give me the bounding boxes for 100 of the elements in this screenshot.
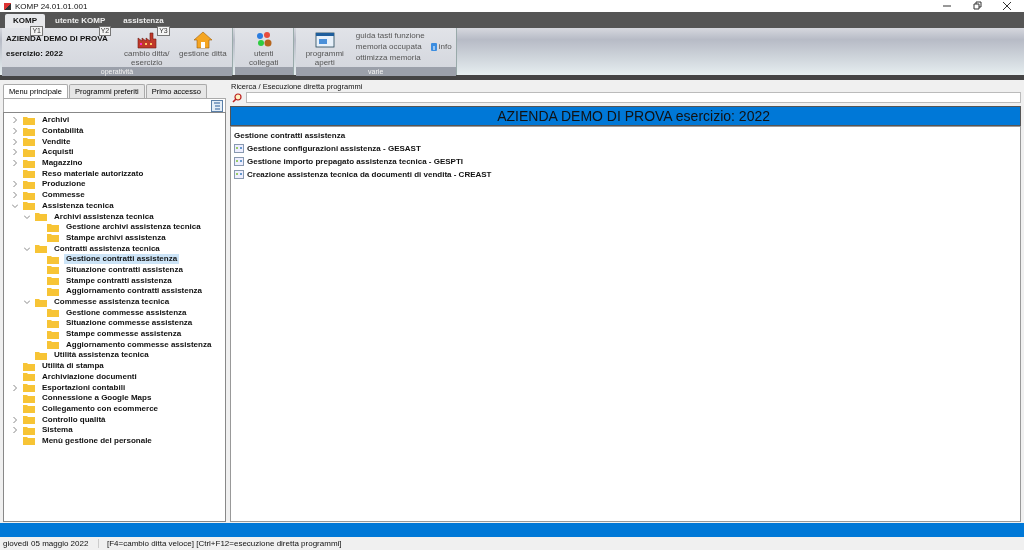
chevron-icon[interactable]	[12, 427, 18, 434]
tree-item[interactable]: Sistema	[40, 425, 75, 436]
chevron-icon[interactable]	[12, 192, 18, 199]
folder-icon	[23, 372, 35, 382]
fiscal-year: esercizio: 2022	[6, 49, 64, 58]
info-icon	[430, 42, 437, 51]
folder-icon	[23, 169, 35, 179]
folder-icon	[23, 393, 35, 403]
header-title: AZIENDA DEMO DI PROVA esercizio: 2022	[497, 108, 770, 124]
restore-icon[interactable]	[972, 1, 982, 11]
tree-item[interactable]: Controllo qualità	[40, 414, 108, 425]
tree-item[interactable]: Vendite	[40, 136, 73, 147]
tree-item[interactable]: Archivi assistenza tecnica	[52, 211, 156, 222]
chevron-icon[interactable]	[12, 160, 18, 167]
status-hint: [F4=cambio ditta veloce] [Ctrl+F12=esecuzione diretta programmi]	[107, 539, 342, 548]
ribbon-button[interactable]: programmi aperti	[299, 31, 350, 67]
folder-icon	[47, 265, 59, 275]
chevron-icon[interactable]	[12, 202, 18, 209]
tree-item[interactable]: Magazzino	[40, 158, 85, 169]
tree-item[interactable]: Stampe commesse assistenza	[64, 329, 184, 340]
chevron-icon[interactable]	[12, 149, 18, 156]
tree-item[interactable]: Aggiornamento commesse assistenza	[64, 339, 214, 350]
folder-icon	[23, 415, 35, 425]
program-link[interactable]: Gestione importo prepagato assistenza tecnica - GESPTI	[247, 157, 464, 166]
tree-item[interactable]: Stampe contratti assistenza	[64, 275, 174, 286]
tree-item[interactable]: Archivi	[40, 115, 72, 126]
folder-icon	[35, 297, 47, 307]
tree-item[interactable]: Gestione archivi assistenza tecnica	[64, 222, 203, 233]
folder-icon	[47, 318, 59, 328]
program-icon	[234, 170, 244, 179]
tree-item[interactable]: Contabilità	[40, 126, 86, 137]
folder-icon	[23, 404, 35, 414]
ribbon-tab[interactable]: assistenza	[115, 14, 172, 28]
ribbon-tab[interactable]: utente KOMP	[47, 14, 114, 28]
app-logo-icon	[4, 2, 11, 10]
chevron-icon[interactable]	[12, 384, 18, 391]
tree-item[interactable]: Commesse	[40, 190, 87, 201]
tree-item[interactable]: Connessione a Google Maps	[40, 393, 154, 404]
tree-item[interactable]: Acquisti	[40, 147, 76, 158]
folder-icon	[23, 361, 35, 371]
search-icon	[232, 92, 242, 103]
folder-icon	[47, 254, 59, 264]
section-title: Gestione contratti assistenza	[234, 131, 346, 140]
tree-item[interactable]: Gestione commesse assistenza	[64, 307, 189, 318]
tree-item[interactable]: Situazione contratti assistenza	[64, 264, 185, 275]
factory-icon	[136, 31, 157, 49]
tree-item[interactable]: Esportazioni contabili	[40, 382, 128, 393]
ribbon-link[interactable]: memoria occupata	[355, 42, 425, 51]
tree-item[interactable]: Utilità assistenza tecnica	[52, 350, 151, 361]
tree-item[interactable]: Collegamento con ecommerce	[40, 403, 161, 414]
tree-view-icon[interactable]	[211, 99, 223, 112]
folder-icon	[47, 286, 59, 296]
ribbon-link[interactable]: guida tasti funzione	[355, 31, 425, 40]
info-button[interactable]: info	[430, 42, 452, 51]
chevron-icon[interactable]	[12, 138, 18, 145]
folder-icon	[47, 233, 59, 243]
tree-item[interactable]: Gestione contratti assistenza	[64, 254, 180, 265]
folder-icon	[47, 222, 59, 232]
ribbon-tab[interactable]: KOMP	[5, 14, 45, 28]
program-link[interactable]: Creazione assistenza tecnica da documenti di vendita - CREAST	[247, 170, 492, 179]
house-icon	[192, 31, 213, 49]
tree-item[interactable]: Contratti assistenza tecnica	[52, 243, 162, 254]
folder-icon	[35, 350, 47, 360]
tree-item[interactable]: Utilità di stampa	[40, 361, 106, 372]
chevron-icon[interactable]	[24, 299, 30, 306]
tree-item[interactable]: Stampe archivi assistenza	[64, 232, 168, 243]
tree-item[interactable]: Situazione commesse assistenza	[64, 318, 195, 329]
chevron-icon[interactable]	[24, 245, 30, 252]
chevron-icon[interactable]	[12, 128, 18, 135]
ribbon-button[interactable]: gestione ditta	[177, 31, 228, 58]
tree-item[interactable]: Archiviazione documenti	[40, 371, 139, 382]
tree-item[interactable]: Reso materiale autorizzato	[40, 168, 146, 179]
tree-item[interactable]: Commesse assistenza tecnica	[52, 297, 172, 308]
folder-icon	[23, 147, 35, 157]
folder-icon	[35, 212, 47, 222]
status-date: giovedì 05 maggio 2022	[0, 539, 99, 548]
folder-icon	[35, 244, 47, 254]
search-field[interactable]	[246, 92, 1021, 103]
program-icon	[234, 157, 244, 166]
company-name: AZIENDA DEMO DI PROVA	[6, 34, 108, 43]
ribbon-link[interactable]: ottimizza memoria	[355, 53, 425, 62]
chevron-icon[interactable]	[12, 416, 18, 423]
tree-item[interactable]: Assistenza tecnica	[40, 200, 116, 211]
tree-item[interactable]: Produzione	[40, 179, 88, 190]
chevron-icon[interactable]	[24, 213, 30, 220]
folder-icon	[23, 126, 35, 136]
folder-icon	[47, 308, 59, 318]
program-link[interactable]: Gestione configurazioni assistenza - GESAST	[247, 144, 421, 153]
chevron-icon[interactable]	[12, 117, 18, 124]
tree-item[interactable]: Aggiornamento contratti assistenza	[64, 286, 205, 297]
folder-icon	[47, 340, 59, 350]
folder-icon	[23, 201, 35, 211]
folder-icon	[23, 158, 35, 168]
chevron-icon[interactable]	[12, 181, 18, 188]
tree-item[interactable]: Menù gestione del personale	[40, 435, 154, 446]
close-icon[interactable]	[1002, 1, 1012, 11]
window-icon	[314, 31, 335, 49]
folder-icon	[23, 115, 35, 125]
ribbon-button[interactable]: utenti collegati	[238, 31, 289, 67]
folder-icon	[47, 329, 59, 339]
